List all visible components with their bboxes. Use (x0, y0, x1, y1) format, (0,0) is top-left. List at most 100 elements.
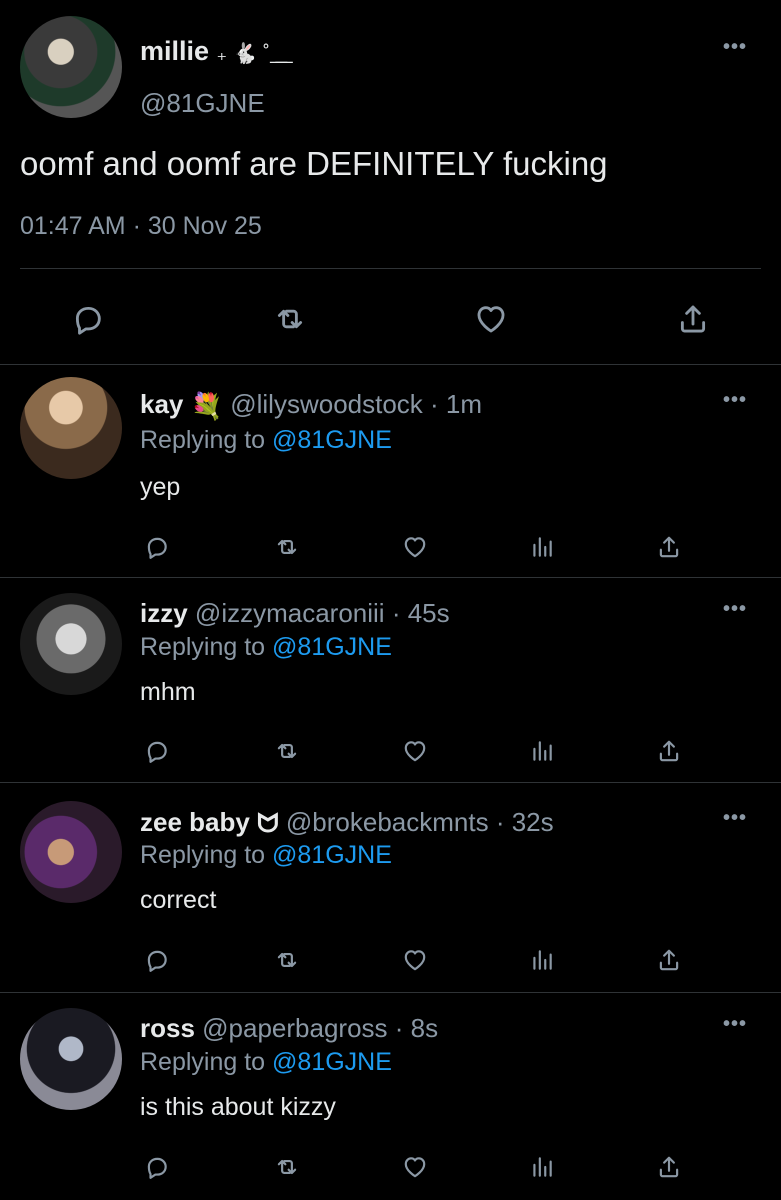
reply-author-handle[interactable]: @brokebackmnts (286, 807, 489, 837)
share-button[interactable] (652, 530, 686, 564)
retweet-icon (274, 947, 300, 973)
tweet-time[interactable]: 01:47 AM (20, 212, 126, 240)
views-button[interactable] (525, 1150, 559, 1184)
reply-header: kay 💐 @lilyswoodstock · 1m (140, 389, 482, 422)
share-button[interactable] (652, 1150, 686, 1184)
heart-icon (402, 947, 428, 973)
reply-tweet[interactable]: zee baby ᗢ @brokebackmnts · 32s ••• Repl… (0, 783, 781, 992)
reply-icon (144, 738, 170, 764)
views-button[interactable] (525, 943, 559, 977)
meta-separator: · (132, 212, 141, 240)
analytics-icon (529, 738, 555, 764)
like-button[interactable] (398, 1150, 432, 1184)
reply-header: ross @paperbagross · 8s (140, 1013, 438, 1044)
reply-tweet[interactable]: ross @paperbagross · 8s ••• Replying to … (0, 993, 781, 1200)
reply-actions (0, 1150, 781, 1184)
reply-header: izzy @izzymacaroniii · 45s (140, 598, 450, 629)
replying-prefix: Replying to (140, 426, 266, 454)
more-options-icon[interactable]: ••• (723, 1013, 747, 1036)
tweet-meta: 01:47 AM · 30 Nov 25 (20, 212, 262, 241)
more-options-icon[interactable]: ••• (723, 36, 747, 59)
reply-button[interactable] (140, 1150, 174, 1184)
reply-button[interactable] (140, 734, 174, 768)
replying-to: Replying to @81GJNE (140, 633, 392, 662)
reply-text: correct (140, 886, 217, 914)
replying-to: Replying to @81GJNE (140, 1048, 392, 1077)
like-button[interactable] (398, 530, 432, 564)
like-button[interactable] (469, 297, 513, 341)
reply-author-handle[interactable]: @lilyswoodstock (230, 389, 423, 419)
reply-author-handle[interactable]: @izzymacaroniii (195, 598, 385, 628)
reply-actions (0, 943, 781, 977)
tweet-date[interactable]: 30 Nov 25 (148, 212, 262, 240)
reply-button[interactable] (66, 297, 110, 341)
avatar[interactable] (20, 593, 122, 695)
views-button[interactable] (525, 734, 559, 768)
reply-age: · 8s (394, 1013, 439, 1043)
flower-emoji: 💐 (190, 390, 223, 421)
heart-icon (402, 738, 428, 764)
reply-text: yep (140, 473, 181, 501)
reply-author-name[interactable]: kay (140, 389, 183, 419)
author-name[interactable]: millie ₊ 🐇 ˚ ͟ ͟ (140, 36, 281, 67)
retweet-icon (274, 738, 300, 764)
heart-icon (402, 534, 428, 560)
ghost-emoji: ᗢ (257, 808, 279, 839)
share-button[interactable] (652, 943, 686, 977)
more-options-icon[interactable]: ••• (723, 389, 747, 412)
replying-handle-link[interactable]: @81GJNE (272, 426, 392, 454)
reply-author-name[interactable]: izzy (140, 598, 188, 628)
reply-button[interactable] (140, 943, 174, 977)
reply-text: mhm (140, 678, 196, 706)
reply-author-name[interactable]: ross (140, 1013, 195, 1043)
share-button[interactable] (652, 734, 686, 768)
reply-age: · 32s (495, 807, 554, 837)
tweet-actions (0, 297, 781, 341)
reply-icon (71, 302, 105, 336)
retweet-icon (274, 534, 300, 560)
reply-actions (0, 734, 781, 768)
replying-prefix: Replying to (140, 633, 266, 661)
reply-age: · 45s (391, 598, 450, 628)
views-button[interactable] (525, 530, 559, 564)
like-button[interactable] (398, 943, 432, 977)
reply-tweet[interactable]: kay 💐 @lilyswoodstock · 1m ••• Replying … (0, 365, 781, 577)
replying-to: Replying to @81GJNE (140, 426, 392, 455)
like-button[interactable] (398, 734, 432, 768)
reply-icon (144, 534, 170, 560)
reply-button[interactable] (140, 530, 174, 564)
tweet-text: oomf and oomf are DEFINITELY fucking (20, 145, 608, 182)
reply-icon (144, 947, 170, 973)
retweet-button[interactable] (268, 297, 312, 341)
avatar[interactable] (20, 16, 122, 118)
author-name-text: millie (140, 36, 210, 66)
reply-tweet[interactable]: izzy @izzymacaroniii · 45s ••• Replying … (0, 578, 781, 782)
replying-handle-link[interactable]: @81GJNE (272, 633, 392, 661)
reply-actions (0, 530, 781, 564)
analytics-icon (529, 534, 555, 560)
replying-prefix: Replying to (140, 1048, 266, 1076)
retweet-button[interactable] (270, 530, 304, 564)
reply-author-handle[interactable]: @paperbagross (202, 1013, 387, 1043)
reply-author-name[interactable]: zee baby (140, 807, 250, 837)
reply-text: is this about kizzy (140, 1093, 336, 1121)
retweet-icon (274, 1154, 300, 1180)
retweet-button[interactable] (270, 1150, 304, 1184)
avatar[interactable] (20, 801, 122, 903)
share-icon (656, 534, 682, 560)
retweet-button[interactable] (270, 734, 304, 768)
avatar[interactable] (20, 377, 122, 479)
share-icon (656, 1154, 682, 1180)
heart-icon (474, 302, 508, 336)
analytics-icon (529, 947, 555, 973)
reply-header: zee baby ᗢ @brokebackmnts · 32s (140, 807, 554, 840)
more-options-icon[interactable]: ••• (723, 598, 747, 621)
replying-handle-link[interactable]: @81GJNE (272, 841, 392, 869)
share-button[interactable] (671, 297, 715, 341)
reply-age: · 1m (430, 389, 483, 419)
avatar[interactable] (20, 1008, 122, 1110)
replying-handle-link[interactable]: @81GJNE (272, 1048, 392, 1076)
retweet-button[interactable] (270, 943, 304, 977)
more-options-icon[interactable]: ••• (723, 807, 747, 830)
author-handle[interactable]: @81GJNE (140, 88, 265, 119)
